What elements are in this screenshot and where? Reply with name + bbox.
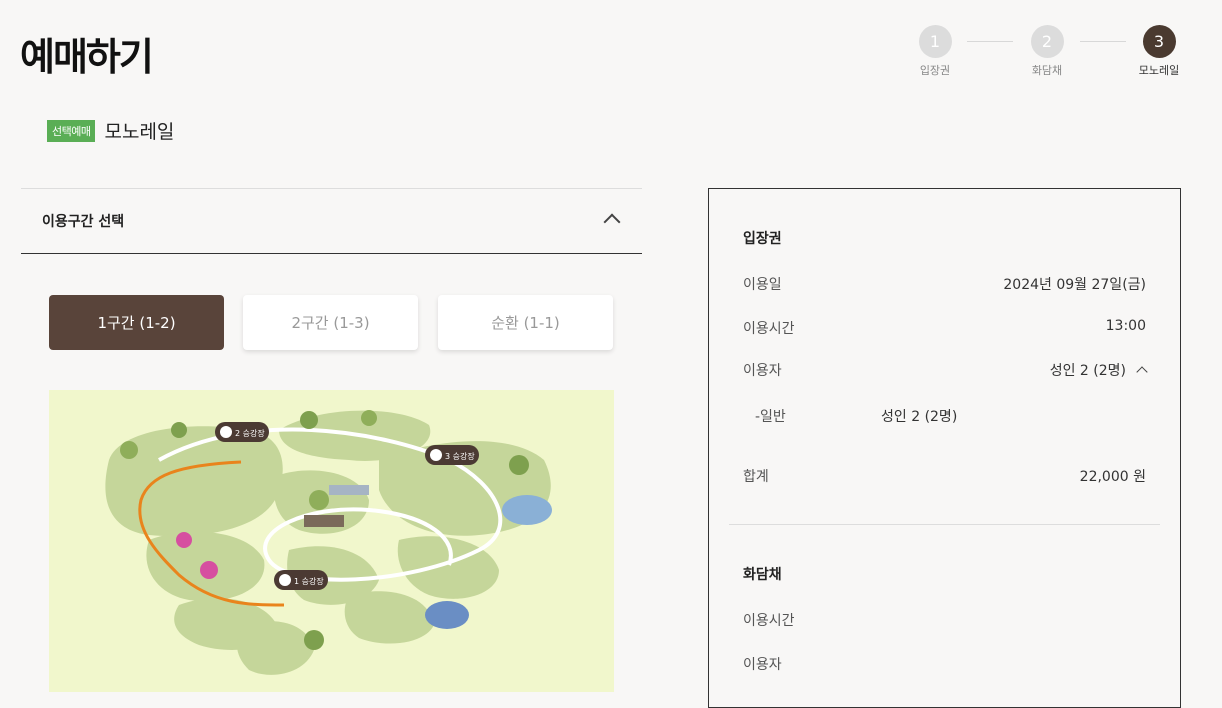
- station-label: 3 승강장: [445, 451, 475, 461]
- date-value: 2024년 09월 27일(금): [1003, 277, 1146, 293]
- step-1: 1 입장권: [900, 25, 970, 78]
- step-2: 2 화담채: [1012, 25, 1082, 78]
- step-3: 3 모노레일: [1124, 25, 1194, 78]
- step-2-label: 화담채: [1031, 64, 1063, 77]
- hwadam-time-label: 이용시간: [743, 613, 795, 629]
- train-icon: [430, 449, 442, 461]
- tree: [309, 490, 329, 510]
- tree: [300, 411, 318, 429]
- section-toggle[interactable]: 이용구간 선택: [21, 188, 642, 254]
- ticket-section-title: 입장권: [743, 231, 782, 247]
- booking-summary-panel: 입장권 이용일 2024년 09월 27일(금) 이용시간 13:00 이용자 …: [708, 188, 1181, 708]
- segment-button-1[interactable]: 1구간 (1-2): [49, 295, 224, 350]
- time-label: 이용시간: [743, 321, 795, 337]
- hwadam-section-title: 화담채: [743, 567, 782, 583]
- step-connector: [967, 41, 1013, 42]
- selected-product-name: 모노레일: [104, 121, 175, 143]
- user-type-label: -일반: [755, 409, 786, 425]
- step-3-number: 3: [1142, 25, 1176, 58]
- train-icon: [220, 426, 232, 438]
- pond: [502, 495, 552, 525]
- chevron-up-icon[interactable]: [1136, 366, 1148, 378]
- station-marker-2: 2 승강장: [215, 422, 269, 442]
- section-title: 이용구간 선택: [42, 214, 125, 230]
- building: [304, 515, 344, 527]
- flower-bush: [176, 532, 192, 548]
- stepper: 1 입장권 2 화담채 3 모노레일: [900, 25, 1200, 85]
- tree: [304, 630, 324, 650]
- station-marker-1: 1 승강장: [274, 570, 328, 590]
- step-1-label: 입장권: [919, 64, 951, 77]
- station-marker-3: 3 승강장: [425, 445, 479, 465]
- monorail-route-map: 2 승강장 3 승강장 1 승강장: [49, 390, 614, 692]
- pond: [425, 601, 469, 629]
- tree: [120, 441, 138, 459]
- summary-divider: [729, 524, 1160, 525]
- hwadam-user-label: 이용자: [743, 657, 782, 673]
- user-toggle[interactable]: 성인 2 (2명): [1049, 360, 1148, 380]
- user-label: 이용자: [743, 363, 782, 379]
- flower-bush: [200, 561, 218, 579]
- selected-product: 선택예매 모노레일: [47, 117, 174, 144]
- segment-button-3[interactable]: 순환 (1-1): [438, 295, 613, 350]
- page-title: 예매하기: [20, 35, 154, 79]
- train-icon: [279, 574, 291, 586]
- step-1-number: 1: [918, 25, 952, 58]
- total-label: 합계: [743, 469, 769, 485]
- time-value: 13:00: [1105, 318, 1146, 334]
- greenhouse: [329, 485, 369, 495]
- total-value: 22,000 원: [1079, 469, 1146, 485]
- user-type-value: 성인 2 (2명): [881, 409, 958, 425]
- station-label: 2 승강장: [235, 428, 265, 438]
- station-label: 1 승강장: [294, 576, 324, 586]
- chevron-up-icon[interactable]: [603, 213, 621, 231]
- tree: [361, 410, 377, 426]
- date-label: 이용일: [743, 277, 782, 293]
- user-value: 성인 2 (2명): [1049, 363, 1126, 379]
- segment-button-2[interactable]: 2구간 (1-3): [243, 295, 418, 350]
- step-3-label: 모노레일: [1138, 64, 1180, 77]
- step-2-number: 2: [1030, 25, 1064, 58]
- tree: [171, 422, 187, 438]
- selection-badge: 선택예매: [47, 119, 96, 142]
- step-connector: [1080, 41, 1126, 42]
- tree: [509, 455, 529, 475]
